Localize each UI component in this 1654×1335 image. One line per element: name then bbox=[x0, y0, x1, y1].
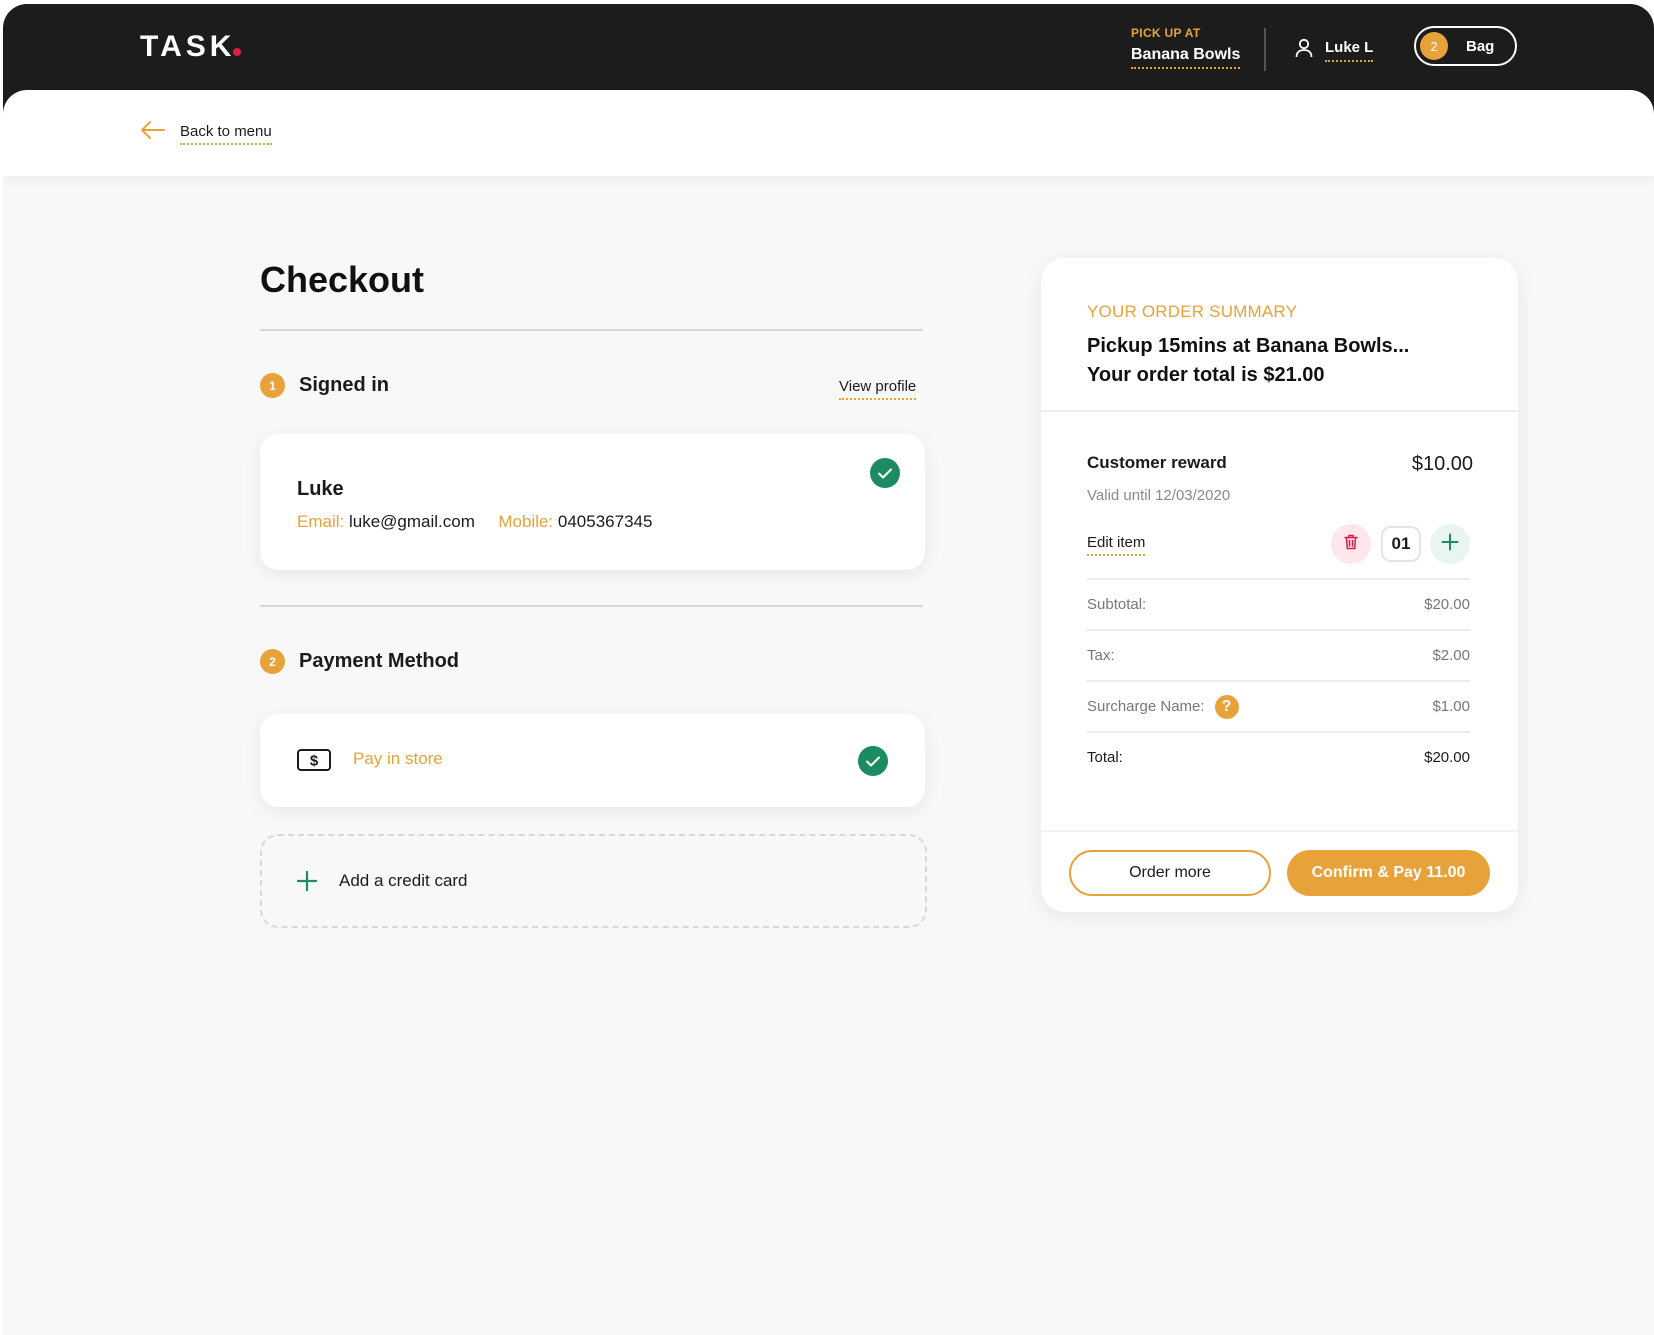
email-value: luke@gmail.com bbox=[348, 512, 475, 531]
view-profile-link[interactable]: View profile bbox=[839, 378, 917, 400]
row-value: $20.00 bbox=[1424, 749, 1470, 766]
remove-item-button[interactable] bbox=[1331, 524, 1371, 564]
check-icon bbox=[870, 458, 900, 488]
surcharge-row: Surcharge Name:? $1.00 bbox=[1087, 680, 1470, 731]
edit-item-link[interactable]: Edit item bbox=[1087, 534, 1146, 556]
user-name[interactable]: Luke L bbox=[1325, 39, 1374, 62]
back-bar: Back to menu bbox=[3, 90, 1654, 176]
mobile-label: Mobile: bbox=[498, 512, 554, 531]
item-validity: Valid until 12/03/2020 bbox=[1087, 487, 1231, 504]
quantity-value: 01 bbox=[1381, 526, 1421, 562]
increase-quantity-button[interactable] bbox=[1430, 524, 1470, 564]
order-summary-title-line: Pickup 15mins at Banana Bowls... bbox=[1087, 335, 1410, 357]
row-value: $1.00 bbox=[1432, 698, 1470, 715]
confirm-pay-button[interactable]: Confirm & Pay 11.00 bbox=[1287, 850, 1490, 896]
subtotal-row: Subtotal: $20.00 bbox=[1087, 578, 1470, 629]
step-signed-in: 1 Signed in bbox=[260, 373, 389, 398]
logo-text: TASK bbox=[140, 30, 236, 63]
surcharge-label-group: Surcharge Name:? bbox=[1087, 694, 1239, 719]
add-credit-card-label: Add a credit card bbox=[339, 871, 468, 890]
step-title: Payment Method bbox=[299, 650, 460, 672]
row-label: Subtotal: bbox=[1087, 596, 1147, 613]
step-number: 1 bbox=[260, 373, 285, 398]
item-name: Customer reward bbox=[1087, 453, 1227, 472]
pay-in-store-label: Pay in store bbox=[353, 749, 443, 768]
bag-count-badge: 2 bbox=[1420, 32, 1448, 60]
check-icon bbox=[858, 746, 888, 776]
divider bbox=[260, 605, 923, 607]
logo[interactable]: TASK bbox=[140, 30, 242, 64]
bag-label: Bag bbox=[1466, 37, 1495, 55]
email-label: Email: bbox=[297, 512, 345, 531]
order-more-button[interactable]: Order more bbox=[1069, 850, 1271, 896]
back-to-menu-label: Back to menu bbox=[180, 123, 272, 145]
order-summary-header: YOUR ORDER SUMMARY Pickup 15mins at Bana… bbox=[1041, 258, 1518, 412]
step-title: Signed in bbox=[299, 374, 389, 396]
order-summary-card: YOUR ORDER SUMMARY Pickup 15mins at Bana… bbox=[1041, 258, 1518, 912]
user-contact-info: Email: luke@gmail.com Mobile: 0405367345 bbox=[297, 512, 652, 532]
mobile-value: 0405367345 bbox=[557, 512, 653, 531]
order-summary-label: YOUR ORDER SUMMARY bbox=[1087, 302, 1298, 321]
user-card-name: Luke bbox=[297, 478, 344, 500]
row-value: $20.00 bbox=[1424, 596, 1470, 613]
page-title: Checkout bbox=[260, 259, 425, 300]
step-payment-method: 2 Payment Method bbox=[260, 649, 459, 674]
user-menu[interactable]: Luke L bbox=[1295, 38, 1374, 63]
pickup-store-link[interactable]: Banana Bowls bbox=[1131, 46, 1241, 69]
arrow-left-icon bbox=[140, 120, 166, 145]
app-frame: TASK PICK UP AT Banana Bowls Luke L 2 Ba… bbox=[3, 4, 1654, 1335]
plus-icon bbox=[296, 870, 318, 897]
add-credit-card-button[interactable]: Add a credit card bbox=[260, 834, 927, 928]
bag-button[interactable]: 2 Bag bbox=[1414, 26, 1517, 66]
svg-text:$: $ bbox=[310, 753, 319, 770]
trash-icon bbox=[1344, 534, 1358, 555]
order-summary-footer: Order more Confirm & Pay 11.00 bbox=[1041, 830, 1518, 912]
order-summary-title-line: Your order total is $21.00 bbox=[1087, 364, 1325, 386]
signed-in-user-card: Luke Email: luke@gmail.com Mobile: 04053… bbox=[260, 434, 925, 570]
question-icon[interactable]: ? bbox=[1214, 694, 1239, 719]
step-number: 2 bbox=[260, 649, 285, 674]
item-price: $10.00 bbox=[1411, 453, 1473, 475]
order-summary-title: Pickup 15mins at Banana Bowls... Your or… bbox=[1087, 332, 1409, 390]
plus-icon bbox=[1441, 533, 1459, 556]
pickup-location[interactable]: PICK UP AT Banana Bowls bbox=[1131, 26, 1241, 69]
total-row: Total: $20.00 bbox=[1087, 731, 1470, 782]
header-divider bbox=[1264, 28, 1266, 71]
divider bbox=[260, 329, 923, 331]
user-icon bbox=[1295, 38, 1313, 63]
back-to-menu-link[interactable]: Back to menu bbox=[140, 120, 272, 145]
row-label: Tax: bbox=[1087, 647, 1115, 664]
tax-row: Tax: $2.00 bbox=[1087, 629, 1470, 680]
payment-option-pay-in-store[interactable]: $ Pay in store bbox=[260, 714, 925, 807]
pickup-label: PICK UP AT bbox=[1131, 26, 1201, 40]
row-label: Surcharge Name: bbox=[1087, 697, 1205, 715]
dollar-bill-icon: $ bbox=[297, 749, 331, 776]
row-label: Total: bbox=[1087, 749, 1123, 766]
row-value: $2.00 bbox=[1432, 647, 1470, 664]
logo-dot bbox=[233, 48, 242, 56]
